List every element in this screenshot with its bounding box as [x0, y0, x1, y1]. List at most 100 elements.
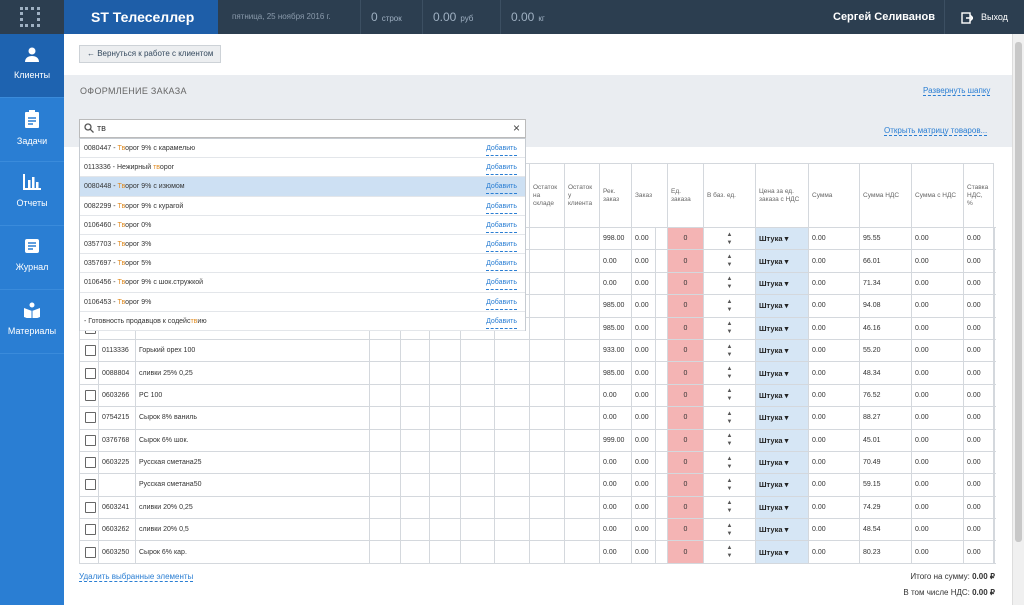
- quantity-stepper[interactable]: ▲ ▼: [703, 226, 756, 251]
- scrollbar[interactable]: [1012, 34, 1024, 605]
- increment-icon[interactable]: ▲: [705, 455, 755, 463]
- add-suggestion-link[interactable]: Добавить: [486, 277, 517, 291]
- order-quantity-input[interactable]: 0: [667, 428, 704, 452]
- sidebar-item-reports[interactable]: Отчеты: [0, 162, 64, 226]
- decrement-icon[interactable]: ▼: [705, 552, 755, 560]
- sidebar-item-tasks[interactable]: Задачи: [0, 98, 64, 162]
- app-logo[interactable]: [0, 0, 64, 34]
- unit-select[interactable]: Штука ▾: [755, 450, 809, 475]
- quantity-stepper[interactable]: ▲ ▼: [703, 383, 756, 408]
- add-suggestion-link[interactable]: Добавить: [486, 220, 517, 233]
- add-suggestion-link[interactable]: Добавить: [486, 201, 517, 214]
- order-quantity-input[interactable]: 0: [667, 473, 704, 497]
- suggestion-item[interactable]: 0082299 - Творог 9% с курагой Добавить: [80, 197, 525, 216]
- product-search-input[interactable]: тв ×: [79, 119, 526, 138]
- add-suggestion-link[interactable]: Добавить: [486, 297, 517, 310]
- unit-select[interactable]: Штука ▾: [755, 383, 809, 408]
- suggestion-item[interactable]: 0357697 - Творог 5% Добавить: [80, 254, 525, 274]
- add-suggestion-link[interactable]: Добавить: [486, 181, 517, 195]
- unit-select[interactable]: Штука ▾: [755, 495, 809, 520]
- quantity-stepper[interactable]: ▲ ▼: [703, 338, 756, 363]
- unit-select[interactable]: Штука ▾: [755, 518, 809, 542]
- order-quantity-input[interactable]: 0: [667, 226, 704, 251]
- unit-select[interactable]: Штука ▾: [755, 294, 809, 318]
- logout-button[interactable]: Выход: [944, 0, 1024, 34]
- suggestion-item[interactable]: 0357703 - Творог 3% Добавить: [80, 235, 525, 255]
- order-quantity-input[interactable]: 0: [667, 540, 704, 564]
- unit-select[interactable]: Штука ▾: [755, 316, 809, 340]
- increment-icon[interactable]: ▲: [705, 231, 755, 239]
- sidebar-item-clients[interactable]: Клиенты: [0, 34, 64, 98]
- order-quantity-input[interactable]: 0: [667, 361, 704, 385]
- suggestion-item[interactable]: 0113336 - Нежирный творог Добавить: [80, 158, 525, 178]
- quantity-stepper[interactable]: ▲ ▼: [703, 540, 756, 564]
- order-quantity-input[interactable]: 0: [667, 249, 704, 273]
- decrement-icon[interactable]: ▼: [705, 463, 755, 471]
- increment-icon[interactable]: ▲: [705, 410, 755, 418]
- row-checkbox[interactable]: [85, 546, 96, 558]
- order-quantity-input[interactable]: 0: [667, 294, 704, 318]
- expand-header-link[interactable]: Развернуть шапку: [923, 86, 991, 96]
- quantity-stepper[interactable]: ▲ ▼: [703, 450, 756, 475]
- suggestion-item[interactable]: - Готовность продавцов к содействию Добав…: [80, 312, 525, 331]
- suggestion-item[interactable]: 0106460 - Творог 0% Добавить: [80, 216, 525, 235]
- decrement-icon[interactable]: ▼: [705, 328, 755, 336]
- increment-icon[interactable]: ▲: [705, 298, 755, 306]
- quantity-stepper[interactable]: ▲ ▼: [703, 518, 756, 542]
- quantity-stepper[interactable]: ▲ ▼: [703, 406, 756, 430]
- decrement-icon[interactable]: ▼: [705, 306, 755, 314]
- order-quantity-input[interactable]: 0: [667, 271, 704, 296]
- quantity-stepper[interactable]: ▲ ▼: [703, 249, 756, 273]
- quantity-stepper[interactable]: ▲ ▼: [703, 428, 756, 452]
- decrement-icon[interactable]: ▼: [705, 373, 755, 381]
- suggestion-item[interactable]: 0080447 - Творог 9% с карамелью Добавить: [80, 139, 525, 159]
- row-checkbox[interactable]: [85, 479, 96, 491]
- order-quantity-input[interactable]: 0: [667, 383, 704, 408]
- increment-icon[interactable]: ▲: [705, 432, 755, 440]
- decrement-icon[interactable]: ▼: [705, 283, 755, 291]
- unit-select[interactable]: Штука ▾: [755, 428, 809, 452]
- row-checkbox[interactable]: [85, 412, 96, 424]
- decrement-icon[interactable]: ▼: [705, 351, 755, 359]
- row-checkbox[interactable]: [85, 524, 96, 536]
- order-quantity-input[interactable]: 0: [667, 518, 704, 542]
- row-checkbox[interactable]: [85, 367, 96, 379]
- quantity-stepper[interactable]: ▲ ▼: [703, 316, 756, 340]
- suggestion-item[interactable]: 0106453 - Творог 9% Добавить: [80, 293, 525, 312]
- order-quantity-input[interactable]: 0: [667, 338, 704, 363]
- quantity-stepper[interactable]: ▲ ▼: [703, 495, 756, 520]
- unit-select[interactable]: Штука ▾: [755, 473, 809, 497]
- decrement-icon[interactable]: ▼: [705, 395, 755, 403]
- increment-icon[interactable]: ▲: [705, 522, 755, 530]
- row-checkbox[interactable]: [85, 501, 96, 513]
- unit-select[interactable]: Штука ▾: [755, 271, 809, 296]
- row-checkbox[interactable]: [85, 389, 96, 401]
- suggestion-item[interactable]: 0080448 - Творог 9% с изюмом Добавить: [80, 177, 525, 197]
- quantity-stepper[interactable]: ▲ ▼: [703, 473, 756, 497]
- user-name[interactable]: Сергей Селиванов: [833, 0, 935, 34]
- open-matrix-link[interactable]: Открыть матрицу товаров...: [884, 126, 988, 136]
- row-checkbox[interactable]: [85, 345, 96, 357]
- sidebar-item-materials[interactable]: Материалы: [0, 290, 64, 354]
- order-quantity-input[interactable]: 0: [667, 406, 704, 430]
- suggestion-item[interactable]: 0106456 - Творог 9% с шок.стружкой Добави…: [80, 273, 525, 293]
- sidebar-item-journal[interactable]: Журнал: [0, 226, 64, 290]
- quantity-stepper[interactable]: ▲ ▼: [703, 361, 756, 385]
- quantity-stepper[interactable]: ▲ ▼: [703, 294, 756, 318]
- unit-select[interactable]: Штука ▾: [755, 338, 809, 363]
- increment-icon[interactable]: ▲: [705, 343, 755, 351]
- row-checkbox[interactable]: [85, 457, 96, 469]
- order-quantity-input[interactable]: 0: [667, 495, 704, 520]
- unit-select[interactable]: Штука ▾: [755, 249, 809, 273]
- add-suggestion-link[interactable]: Добавить: [486, 258, 517, 272]
- add-suggestion-link[interactable]: Добавить: [486, 239, 517, 252]
- increment-icon[interactable]: ▲: [705, 365, 755, 373]
- delete-selected-link[interactable]: Удалить выбранные элементы: [79, 572, 194, 582]
- decrement-icon[interactable]: ▼: [705, 440, 755, 448]
- order-quantity-input[interactable]: 0: [667, 316, 704, 340]
- clear-search-icon[interactable]: ×: [513, 120, 520, 137]
- increment-icon[interactable]: ▲: [705, 499, 755, 507]
- scrollbar-thumb[interactable]: [1015, 42, 1022, 542]
- add-suggestion-link[interactable]: Добавить: [486, 162, 517, 176]
- decrement-icon[interactable]: ▼: [705, 485, 755, 493]
